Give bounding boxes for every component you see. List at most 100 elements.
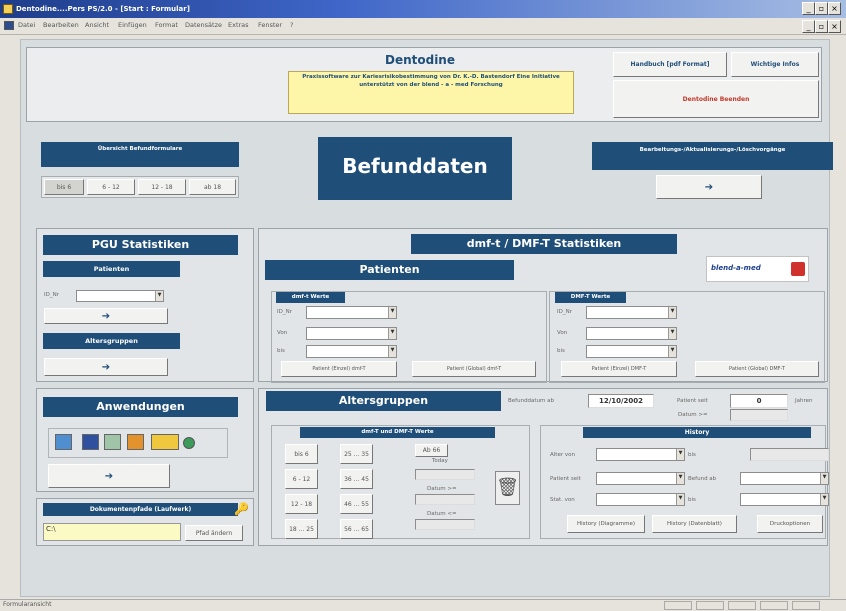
history-befund-combo[interactable]: ▼ bbox=[740, 472, 829, 485]
menu-datensaetze[interactable]: Datensätze bbox=[185, 21, 222, 29]
overview-bis6-button[interactable]: bis 6 bbox=[44, 179, 84, 195]
dmf-small-single-button[interactable]: Patient (Einzel) dmf-T bbox=[281, 361, 397, 377]
datum-ge-field[interactable] bbox=[415, 494, 475, 505]
minimize-icon[interactable]: _ bbox=[802, 2, 815, 15]
chevron-down-icon[interactable]: ▼ bbox=[668, 328, 676, 339]
phone-icon[interactable] bbox=[55, 434, 72, 450]
datum-le-field[interactable] bbox=[415, 519, 475, 530]
overview-6-12-button[interactable]: 6 - 12 bbox=[87, 179, 135, 195]
pgu-id-combo[interactable]: ▼ bbox=[76, 290, 164, 302]
menu-help[interactable]: ? bbox=[290, 21, 293, 29]
dmf-small-id-label: ID_Nr bbox=[277, 309, 292, 315]
chevron-down-icon[interactable]: ▼ bbox=[676, 473, 684, 484]
pgu-age-groups-go-button[interactable]: ➔ bbox=[44, 358, 168, 376]
menu-fenster[interactable]: Fenster bbox=[258, 21, 282, 29]
history-diagram-button[interactable]: History (Diagramme) bbox=[567, 515, 645, 533]
chevron-down-icon[interactable]: ▼ bbox=[388, 307, 396, 318]
important-info-button[interactable]: Wichtige Infos bbox=[731, 52, 819, 77]
age-6-12-button[interactable]: 6 - 12 bbox=[285, 469, 318, 489]
befund-date-field[interactable]: 12/10/2002 bbox=[588, 394, 654, 408]
overview-ab18-button[interactable]: ab 18 bbox=[189, 179, 236, 195]
overview-12-18-button[interactable]: 12 - 18 bbox=[138, 179, 186, 195]
dmf-small-id-combo[interactable]: ▼ bbox=[306, 306, 397, 319]
age-46-55-button[interactable]: 46 ... 55 bbox=[340, 494, 373, 514]
change-path-button[interactable]: Pfad ändern bbox=[185, 525, 243, 541]
dmf-small-global-button[interactable]: Patient (Global) dmf-T bbox=[412, 361, 536, 377]
pgu-patients-go-button[interactable]: ➔ bbox=[44, 308, 168, 324]
history-alter-von-combo[interactable]: ▼ bbox=[596, 448, 685, 461]
menu-extras[interactable]: Extras bbox=[228, 21, 249, 29]
today-field[interactable] bbox=[415, 469, 475, 480]
handbook-button[interactable]: Handbuch [pdf Format] bbox=[613, 52, 727, 77]
key-icon[interactable]: 🔑 bbox=[234, 502, 249, 516]
chevron-down-icon[interactable]: ▼ bbox=[388, 328, 396, 339]
globe-icon[interactable] bbox=[183, 437, 195, 449]
chevron-down-icon[interactable]: ▼ bbox=[388, 346, 396, 357]
menu-datei[interactable]: Datei bbox=[18, 21, 35, 29]
history-alter-label: Alter von bbox=[550, 452, 575, 458]
save-icon[interactable] bbox=[82, 434, 99, 450]
history-befund-label: Befund ab bbox=[688, 476, 717, 482]
befunddaten-button[interactable]: Befunddaten bbox=[318, 137, 512, 200]
jahren-label: Jahren bbox=[795, 398, 813, 404]
app-name: Dentodine bbox=[384, 53, 455, 67]
app-description: Praxissoftware zur Kariesrisikobestimmun… bbox=[288, 71, 574, 114]
age-bis6-button[interactable]: bis 6 bbox=[285, 444, 318, 464]
chevron-down-icon[interactable]: ▼ bbox=[676, 449, 684, 460]
age-12-18-button[interactable]: 12 - 18 bbox=[285, 494, 318, 514]
history-stat-bis-label: bis bbox=[688, 497, 696, 503]
chevron-down-icon[interactable]: ▼ bbox=[155, 291, 163, 301]
dmf-big-single-button[interactable]: Patient (Einzel) DMF-T bbox=[561, 361, 677, 377]
age-25-35-button[interactable]: 25 ... 35 bbox=[340, 444, 373, 464]
pgu-patients-label: Patienten bbox=[43, 261, 180, 277]
age-56-65-button[interactable]: 56 ... 65 bbox=[340, 519, 373, 539]
restore-icon[interactable]: ▫ bbox=[815, 2, 828, 15]
trash-icon[interactable]: 🗑 bbox=[495, 471, 520, 505]
chevron-down-icon[interactable]: ▼ bbox=[820, 494, 828, 505]
docpath-title: Dokumentenpfade (Laufwerk) bbox=[43, 503, 238, 516]
history-stat-bis-combo[interactable]: ▼ bbox=[740, 493, 829, 506]
menu-format[interactable]: Format bbox=[155, 21, 178, 29]
history-alter-bis-field[interactable] bbox=[750, 448, 829, 461]
docpath-field[interactable]: C:\ bbox=[43, 523, 181, 541]
folder-icon[interactable] bbox=[151, 434, 179, 450]
menu-einfuegen[interactable]: Einfügen bbox=[118, 21, 147, 29]
dmf-big-title: DMF-T Werte bbox=[555, 292, 626, 303]
dmf-big-von-combo[interactable]: ▼ bbox=[586, 327, 677, 340]
app-icon bbox=[3, 4, 13, 14]
dmf-big-id-combo[interactable]: ▼ bbox=[586, 306, 677, 319]
dmf-big-global-button[interactable]: Patient (Global) DMF-T bbox=[695, 361, 819, 377]
history-patient-seit-combo[interactable]: ▼ bbox=[596, 472, 685, 485]
print-options-button[interactable]: Druckoptionen bbox=[757, 515, 823, 533]
exit-button[interactable]: Dentodine Beenden bbox=[613, 80, 819, 118]
doc-close-icon[interactable]: × bbox=[828, 20, 841, 33]
patient-seit-field[interactable]: 0 bbox=[730, 394, 788, 408]
datum-field[interactable] bbox=[730, 409, 788, 421]
history-stat-von-combo[interactable]: ▼ bbox=[596, 493, 685, 506]
age-18-25-button[interactable]: 18 ... 25 bbox=[285, 519, 318, 539]
pgu-title: PGU Statistiken bbox=[43, 235, 238, 255]
age-buttons-title: dmf-T und DMF-T Werte bbox=[300, 427, 495, 438]
chevron-down-icon[interactable]: ▼ bbox=[668, 307, 676, 318]
anwendungen-go-button[interactable]: ➔ bbox=[48, 464, 170, 488]
dmf-big-id-label: ID_Nr bbox=[557, 309, 572, 315]
dmf-big-bis-combo[interactable]: ▼ bbox=[586, 345, 677, 358]
chevron-down-icon[interactable]: ▼ bbox=[676, 494, 684, 505]
chevron-down-icon[interactable]: ▼ bbox=[668, 346, 676, 357]
age-ab66-button[interactable]: Ab 66 bbox=[415, 444, 448, 457]
age-36-45-button[interactable]: 36 ... 45 bbox=[340, 469, 373, 489]
document-icon[interactable] bbox=[127, 434, 144, 450]
doc-minimize-icon[interactable]: _ bbox=[802, 20, 815, 33]
doc-restore-icon[interactable]: ▫ bbox=[815, 20, 828, 33]
history-datenblatt-button[interactable]: History (Datenblatt) bbox=[652, 515, 737, 533]
calculator-icon[interactable] bbox=[104, 434, 121, 450]
history-stat-label: Stat. von bbox=[550, 497, 575, 503]
dmf-small-bis-combo[interactable]: ▼ bbox=[306, 345, 397, 358]
close-icon[interactable]: × bbox=[828, 2, 841, 15]
menu-ansicht[interactable]: Ansicht bbox=[85, 21, 109, 29]
menu-bearbeiten[interactable]: Bearbeiten bbox=[43, 21, 79, 29]
chevron-down-icon[interactable]: ▼ bbox=[820, 473, 828, 484]
dmf-small-von-combo[interactable]: ▼ bbox=[306, 327, 397, 340]
edit-go-button[interactable]: ➔ bbox=[656, 175, 762, 199]
patient-seit-label: Patient seit bbox=[677, 398, 708, 404]
